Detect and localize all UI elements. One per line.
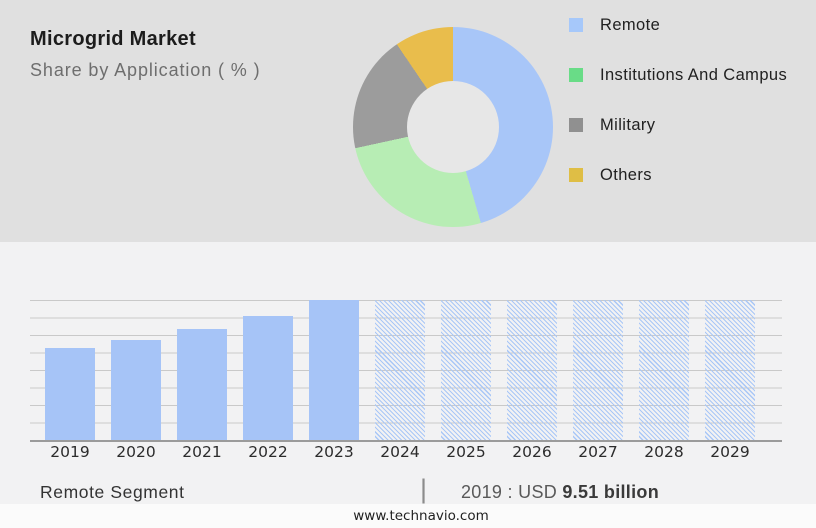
bar-2023 — [309, 300, 359, 440]
x-axis-labels: 2019 2020 2021 2022 2023 2024 2025 2026 2027 2028… — [30, 443, 782, 465]
page-title: Microgrid Market — [30, 28, 196, 50]
bar-forecast-2026 — [507, 300, 557, 440]
bar-forecast-2029 — [705, 300, 755, 440]
x-axis-label-2020: 2020 — [116, 443, 156, 461]
legend-label: Military — [600, 115, 656, 134]
infographic-page: Microgrid Market Share by Application ( … — [0, 0, 816, 528]
x-axis-label-2026: 2026 — [512, 443, 552, 461]
x-axis-label-2025: 2025 — [446, 443, 486, 461]
bar-2022 — [243, 315, 293, 440]
x-axis-label-2022: 2022 — [248, 443, 288, 461]
legend-swatch-icon — [569, 118, 583, 132]
x-axis-label-2024: 2024 — [380, 443, 420, 461]
bottom-panel: 2019 2020 2021 2022 2023 2024 2025 2026 2027 2028… — [0, 242, 816, 528]
x-axis-label-2029: 2029 — [710, 443, 750, 461]
x-axis-label-2019: 2019 — [50, 443, 90, 461]
bar-forecast-2024 — [375, 300, 425, 440]
bar-forecast-2025 — [441, 300, 491, 440]
donut-chart — [353, 27, 553, 227]
value-prefix: 2019 : USD — [461, 482, 563, 502]
bar-forecast-2027 — [573, 300, 623, 440]
segment-label: Remote Segment — [40, 482, 185, 502]
bar-forecast-2028 — [639, 300, 689, 440]
legend-item-military: Military — [569, 100, 787, 150]
x-axis-label-2021: 2021 — [182, 443, 222, 461]
legend-label: Remote — [600, 15, 661, 34]
bar-2019 — [45, 348, 95, 440]
legend-swatch-icon — [569, 168, 583, 182]
legend-item-others: Others — [569, 150, 787, 200]
x-axis-label-2023: 2023 — [314, 443, 354, 461]
page-subtitle: Share by Application ( % ) — [30, 60, 261, 80]
donut-hole — [407, 81, 499, 173]
legend-item-remote: Remote — [569, 0, 787, 50]
legend-swatch-icon — [569, 18, 583, 32]
bar-2020 — [111, 340, 161, 440]
website-url: www.technavio.com — [353, 508, 489, 524]
legend-swatch-icon — [569, 68, 583, 82]
value-bold: 9.51 billion — [562, 482, 659, 502]
legend-label: Others — [600, 165, 652, 184]
legend-item-institutions-and-campus: Institutions And Campus — [569, 50, 787, 100]
bar-2021 — [177, 329, 227, 440]
value-separator: | — [420, 474, 428, 504]
top-panel: Microgrid Market Share by Application ( … — [0, 0, 816, 242]
legend-label: Institutions And Campus — [600, 65, 788, 84]
bar-plot — [30, 300, 782, 442]
x-axis-label-2027: 2027 — [578, 443, 618, 461]
legend: Remote Institutions And Campus Military Oth… — [569, 0, 787, 200]
x-axis-label-2028: 2028 — [644, 443, 684, 461]
value-text: 2019 : USD 9.51 billion — [461, 482, 659, 503]
